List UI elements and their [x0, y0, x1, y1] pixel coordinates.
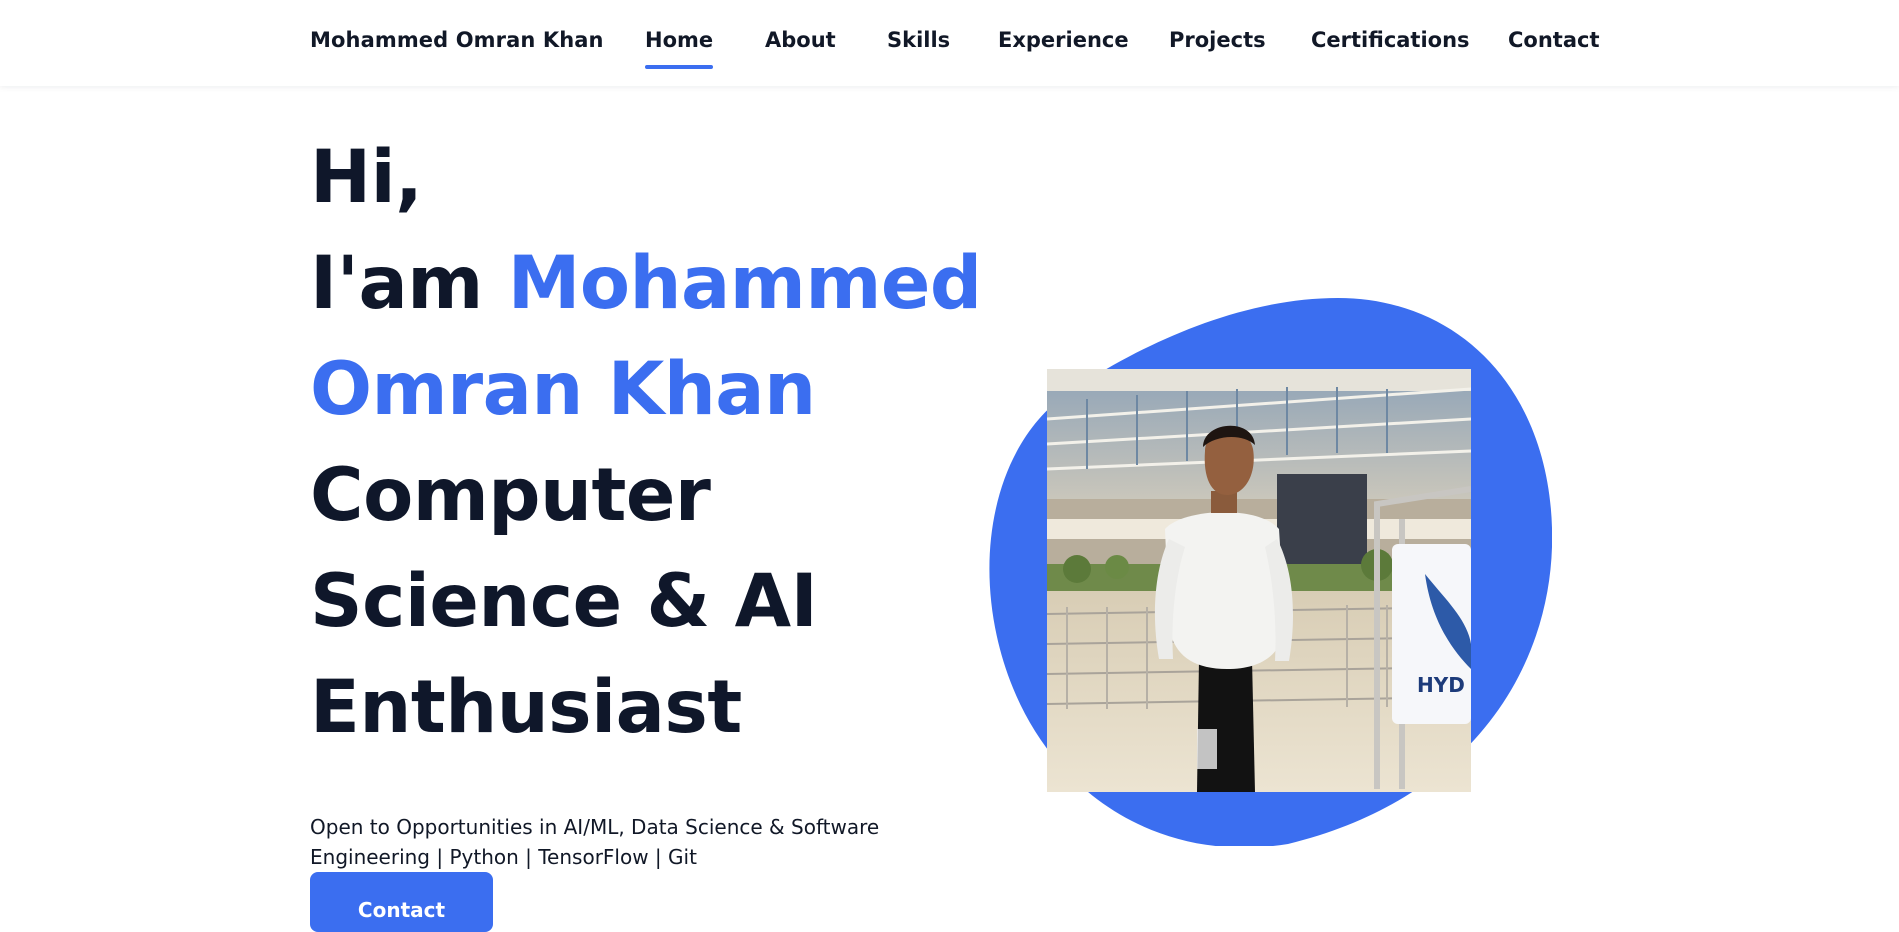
title-line-2: Science & AI	[310, 559, 818, 644]
photo-sign-text: HYD	[1417, 673, 1465, 697]
intro-prefix: I'am	[310, 241, 483, 326]
contact-button[interactable]: Contact	[310, 872, 493, 932]
greeting: Hi,	[310, 135, 423, 220]
intro-line: I'am Mohammed	[310, 231, 990, 337]
nav-projects[interactable]: Projects	[1169, 28, 1266, 52]
nav-contact[interactable]: Contact	[1508, 28, 1600, 52]
brand-name[interactable]: Mohammed Omran Khan	[310, 28, 604, 52]
nav-skills[interactable]: Skills	[887, 28, 950, 52]
name-rest: Omran Khan	[310, 347, 816, 432]
nav-experience[interactable]: Experience	[998, 28, 1129, 52]
title-line-1: Computer	[310, 453, 711, 538]
nav-about[interactable]: About	[765, 28, 836, 52]
title-line-3: Enthusiast	[310, 665, 742, 750]
site-header: Mohammed Omran Khan Home About Skills Ex…	[0, 0, 1899, 86]
nav-certifications[interactable]: Certifications	[1311, 28, 1470, 52]
name-first: Mohammed	[507, 241, 982, 326]
hero-tagline: Open to Opportunities in AI/ML, Data Sci…	[310, 815, 880, 869]
profile-photo: HYD	[1047, 369, 1471, 792]
hero-heading: Hi, I'am Mohammed Omran Khan Computer Sc…	[310, 125, 990, 761]
nav-home[interactable]: Home	[645, 28, 714, 69]
